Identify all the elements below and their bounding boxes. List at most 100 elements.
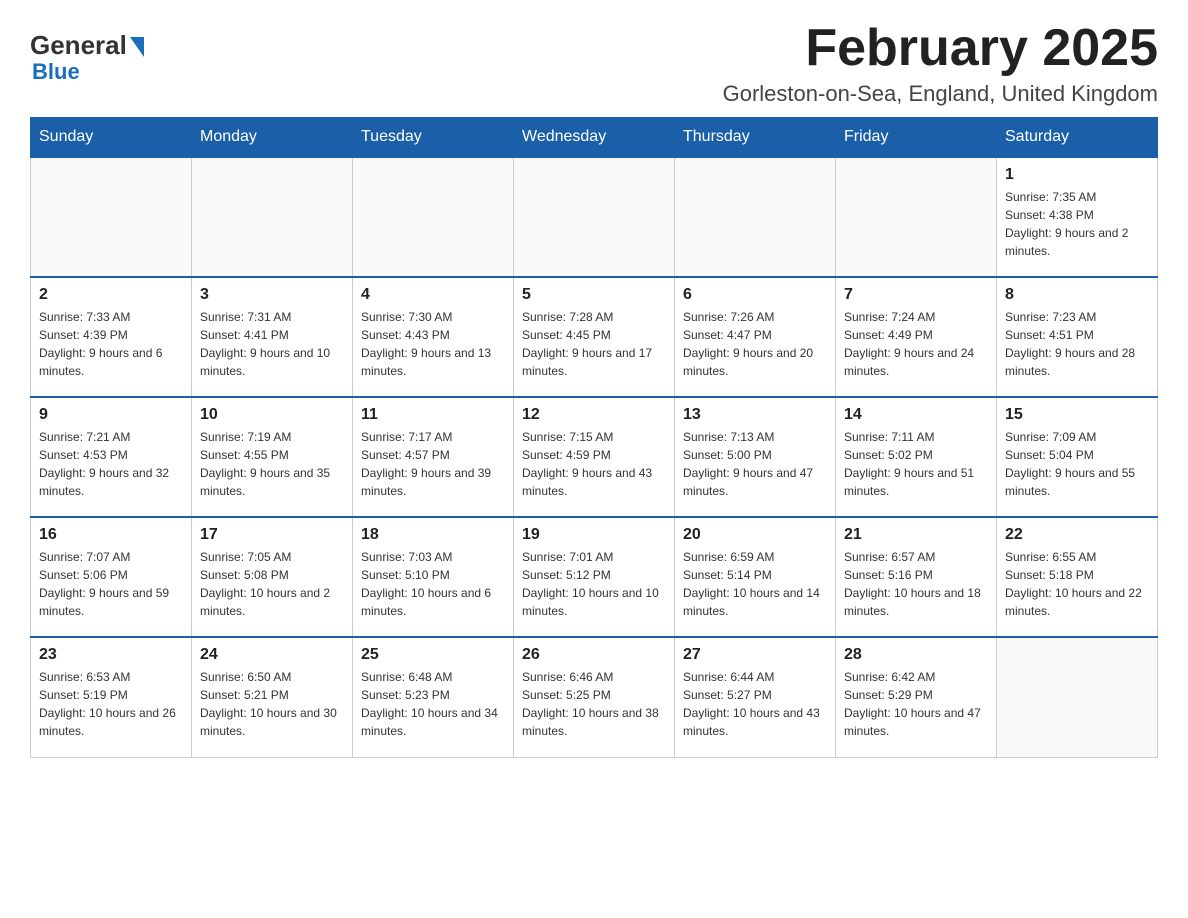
day-number: 27: [683, 646, 827, 664]
calendar-cell: 27 Sunrise: 6:44 AM Sunset: 5:27 PM Dayli…: [675, 637, 836, 757]
day-number: 21: [844, 526, 988, 544]
day-number: 24: [200, 646, 344, 664]
day-number: 9: [39, 406, 183, 424]
day-info: Sunrise: 7:28 AM Sunset: 4:45 PM Dayligh…: [522, 308, 666, 380]
day-info: Sunrise: 7:30 AM Sunset: 4:43 PM Dayligh…: [361, 308, 505, 380]
location-subtitle: Gorleston-on-Sea, England, United Kingdo…: [723, 81, 1158, 107]
day-number: 10: [200, 406, 344, 424]
day-number: 15: [1005, 406, 1149, 424]
logo-blue-text: Blue: [30, 59, 80, 85]
day-info: Sunrise: 6:53 AM Sunset: 5:19 PM Dayligh…: [39, 668, 183, 740]
logo-arrow-icon: [130, 37, 144, 57]
calendar-cell: [514, 157, 675, 277]
day-number: 11: [361, 406, 505, 424]
day-number: 23: [39, 646, 183, 664]
day-number: 5: [522, 286, 666, 304]
weekday-header-monday: Monday: [192, 118, 353, 158]
day-info: Sunrise: 6:42 AM Sunset: 5:29 PM Dayligh…: [844, 668, 988, 740]
day-info: Sunrise: 6:46 AM Sunset: 5:25 PM Dayligh…: [522, 668, 666, 740]
calendar-cell: 6 Sunrise: 7:26 AM Sunset: 4:47 PM Daylig…: [675, 277, 836, 397]
logo-general-text: General: [30, 30, 127, 61]
week-row-5: 23 Sunrise: 6:53 AM Sunset: 5:19 PM Dayli…: [31, 637, 1158, 757]
calendar-cell: 19 Sunrise: 7:01 AM Sunset: 5:12 PM Dayli…: [514, 517, 675, 637]
day-number: 16: [39, 526, 183, 544]
calendar-cell: [31, 157, 192, 277]
weekday-header-thursday: Thursday: [675, 118, 836, 158]
calendar-table: SundayMondayTuesdayWednesdayThursdayFrid…: [30, 117, 1158, 758]
calendar-cell: [353, 157, 514, 277]
day-number: 8: [1005, 286, 1149, 304]
day-info: Sunrise: 6:57 AM Sunset: 5:16 PM Dayligh…: [844, 548, 988, 620]
day-number: 22: [1005, 526, 1149, 544]
day-number: 6: [683, 286, 827, 304]
title-section: February 2025 Gorleston-on-Sea, England,…: [723, 20, 1158, 107]
day-info: Sunrise: 7:26 AM Sunset: 4:47 PM Dayligh…: [683, 308, 827, 380]
calendar-cell: 13 Sunrise: 7:13 AM Sunset: 5:00 PM Dayli…: [675, 397, 836, 517]
day-info: Sunrise: 7:01 AM Sunset: 5:12 PM Dayligh…: [522, 548, 666, 620]
calendar-cell: 14 Sunrise: 7:11 AM Sunset: 5:02 PM Dayli…: [836, 397, 997, 517]
day-info: Sunrise: 6:59 AM Sunset: 5:14 PM Dayligh…: [683, 548, 827, 620]
week-row-1: 1Sunrise: 7:35 AM Sunset: 4:38 PM Daylig…: [31, 157, 1158, 277]
calendar-cell: [192, 157, 353, 277]
day-info: Sunrise: 6:44 AM Sunset: 5:27 PM Dayligh…: [683, 668, 827, 740]
calendar-cell: 2 Sunrise: 7:33 AM Sunset: 4:39 PM Daylig…: [31, 277, 192, 397]
day-info: Sunrise: 6:50 AM Sunset: 5:21 PM Dayligh…: [200, 668, 344, 740]
day-number: 13: [683, 406, 827, 424]
calendar-cell: [997, 637, 1158, 757]
day-number: 7: [844, 286, 988, 304]
day-info: Sunrise: 7:33 AM Sunset: 4:39 PM Dayligh…: [39, 308, 183, 380]
calendar-cell: 1Sunrise: 7:35 AM Sunset: 4:38 PM Daylig…: [997, 157, 1158, 277]
day-info: Sunrise: 7:17 AM Sunset: 4:57 PM Dayligh…: [361, 428, 505, 500]
weekday-header-saturday: Saturday: [997, 118, 1158, 158]
calendar-cell: 10Sunrise: 7:19 AM Sunset: 4:55 PM Dayli…: [192, 397, 353, 517]
calendar-cell: 22 Sunrise: 6:55 AM Sunset: 5:18 PM Dayli…: [997, 517, 1158, 637]
calendar-cell: 26 Sunrise: 6:46 AM Sunset: 5:25 PM Dayli…: [514, 637, 675, 757]
calendar-cell: 23 Sunrise: 6:53 AM Sunset: 5:19 PM Dayli…: [31, 637, 192, 757]
day-info: Sunrise: 7:09 AM Sunset: 5:04 PM Dayligh…: [1005, 428, 1149, 500]
calendar-cell: 3Sunrise: 7:31 AM Sunset: 4:41 PM Daylig…: [192, 277, 353, 397]
day-number: 3: [200, 286, 344, 304]
weekday-header-row: SundayMondayTuesdayWednesdayThursdayFrid…: [31, 118, 1158, 158]
calendar-cell: 24 Sunrise: 6:50 AM Sunset: 5:21 PM Dayli…: [192, 637, 353, 757]
calendar-cell: 8 Sunrise: 7:23 AM Sunset: 4:51 PM Daylig…: [997, 277, 1158, 397]
weekday-header-sunday: Sunday: [31, 118, 192, 158]
day-info: Sunrise: 7:05 AM Sunset: 5:08 PM Dayligh…: [200, 548, 344, 620]
day-info: Sunrise: 7:11 AM Sunset: 5:02 PM Dayligh…: [844, 428, 988, 500]
day-number: 25: [361, 646, 505, 664]
day-info: Sunrise: 7:03 AM Sunset: 5:10 PM Dayligh…: [361, 548, 505, 620]
day-info: Sunrise: 7:21 AM Sunset: 4:53 PM Dayligh…: [39, 428, 183, 500]
calendar-cell: 18 Sunrise: 7:03 AM Sunset: 5:10 PM Dayli…: [353, 517, 514, 637]
day-info: Sunrise: 7:23 AM Sunset: 4:51 PM Dayligh…: [1005, 308, 1149, 380]
day-number: 19: [522, 526, 666, 544]
day-number: 14: [844, 406, 988, 424]
logo: General Blue: [30, 20, 144, 85]
calendar-cell: 4Sunrise: 7:30 AM Sunset: 4:43 PM Daylig…: [353, 277, 514, 397]
calendar-cell: 16 Sunrise: 7:07 AM Sunset: 5:06 PM Dayli…: [31, 517, 192, 637]
calendar-cell: [675, 157, 836, 277]
calendar-cell: 12Sunrise: 7:15 AM Sunset: 4:59 PM Dayli…: [514, 397, 675, 517]
day-info: Sunrise: 7:07 AM Sunset: 5:06 PM Dayligh…: [39, 548, 183, 620]
day-info: Sunrise: 7:13 AM Sunset: 5:00 PM Dayligh…: [683, 428, 827, 500]
day-info: Sunrise: 7:15 AM Sunset: 4:59 PM Dayligh…: [522, 428, 666, 500]
calendar-cell: 21 Sunrise: 6:57 AM Sunset: 5:16 PM Dayli…: [836, 517, 997, 637]
week-row-2: 2 Sunrise: 7:33 AM Sunset: 4:39 PM Daylig…: [31, 277, 1158, 397]
day-number: 18: [361, 526, 505, 544]
calendar-cell: 20 Sunrise: 6:59 AM Sunset: 5:14 PM Dayli…: [675, 517, 836, 637]
day-number: 26: [522, 646, 666, 664]
calendar-cell: 17 Sunrise: 7:05 AM Sunset: 5:08 PM Dayli…: [192, 517, 353, 637]
week-row-4: 16 Sunrise: 7:07 AM Sunset: 5:06 PM Dayli…: [31, 517, 1158, 637]
calendar-cell: [836, 157, 997, 277]
day-info: Sunrise: 7:35 AM Sunset: 4:38 PM Dayligh…: [1005, 188, 1149, 260]
day-number: 2: [39, 286, 183, 304]
day-info: Sunrise: 6:48 AM Sunset: 5:23 PM Dayligh…: [361, 668, 505, 740]
day-info: Sunrise: 6:55 AM Sunset: 5:18 PM Dayligh…: [1005, 548, 1149, 620]
calendar-cell: 7Sunrise: 7:24 AM Sunset: 4:49 PM Daylig…: [836, 277, 997, 397]
page-header: General Blue February 2025 Gorleston-on-…: [30, 20, 1158, 107]
calendar-cell: 15 Sunrise: 7:09 AM Sunset: 5:04 PM Dayli…: [997, 397, 1158, 517]
day-number: 20: [683, 526, 827, 544]
weekday-header-tuesday: Tuesday: [353, 118, 514, 158]
day-number: 28: [844, 646, 988, 664]
weekday-header-wednesday: Wednesday: [514, 118, 675, 158]
week-row-3: 9 Sunrise: 7:21 AM Sunset: 4:53 PM Daylig…: [31, 397, 1158, 517]
day-number: 17: [200, 526, 344, 544]
